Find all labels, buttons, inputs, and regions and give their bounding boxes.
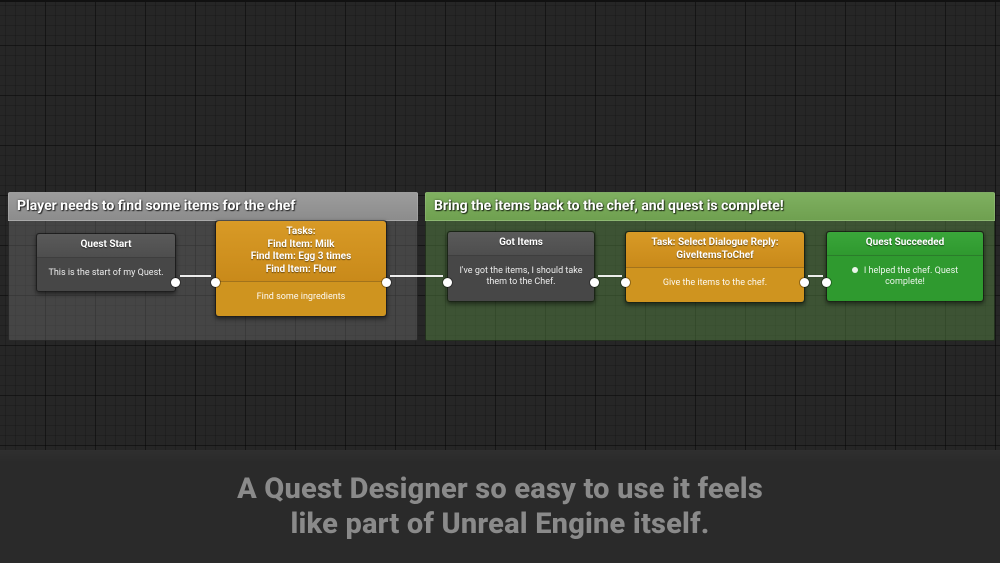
wire: [180, 275, 211, 277]
node-title: Task: Select Dialogue Reply: GiveItemsTo…: [626, 232, 804, 268]
group-title[interactable]: Player needs to find some items for the …: [8, 192, 418, 221]
group-title[interactable]: Bring the items back to the chef, and qu…: [425, 192, 995, 221]
input-pin[interactable]: [211, 278, 220, 287]
wire: [808, 275, 823, 277]
output-pin[interactable]: [590, 278, 599, 287]
node-body: This is the start of my Quest.: [37, 258, 175, 292]
node-body: Give the items to the chef.: [626, 268, 804, 302]
node-quest-succeeded[interactable]: Quest Succeeded I helped the chef. Quest…: [826, 231, 984, 302]
input-pin[interactable]: [621, 278, 630, 287]
node-body: Find some ingredients: [216, 282, 386, 316]
input-pin[interactable]: [443, 278, 452, 287]
node-title: Quest Start: [37, 234, 175, 258]
node-got-items[interactable]: Got Items I've got the items, I should t…: [447, 231, 595, 302]
node-body: I helped the chef. Quest complete!: [827, 256, 983, 301]
node-dialogue-task[interactable]: Task: Select Dialogue Reply: GiveItemsTo…: [625, 231, 805, 303]
node-tasks-find-items[interactable]: Tasks: Find Item: Milk Find Item: Egg 3 …: [215, 220, 387, 317]
status-dot-icon: [852, 267, 858, 273]
node-quest-start[interactable]: Quest Start This is the start of my Ques…: [36, 233, 176, 292]
caption-text: A Quest Designer so easy to use it feels…: [237, 472, 763, 540]
wire: [390, 275, 443, 277]
input-pin[interactable]: [822, 278, 831, 287]
node-title: Got Items: [448, 232, 594, 256]
node-title: Tasks: Find Item: Milk Find Item: Egg 3 …: [216, 221, 386, 282]
output-pin[interactable]: [382, 278, 391, 287]
node-body: I've got the items, I should take them t…: [448, 256, 594, 301]
node-title: Quest Succeeded: [827, 232, 983, 256]
output-pin[interactable]: [800, 278, 809, 287]
caption-band: A Quest Designer so easy to use it feels…: [0, 450, 1000, 563]
output-pin[interactable]: [171, 278, 180, 287]
wire: [598, 275, 622, 277]
